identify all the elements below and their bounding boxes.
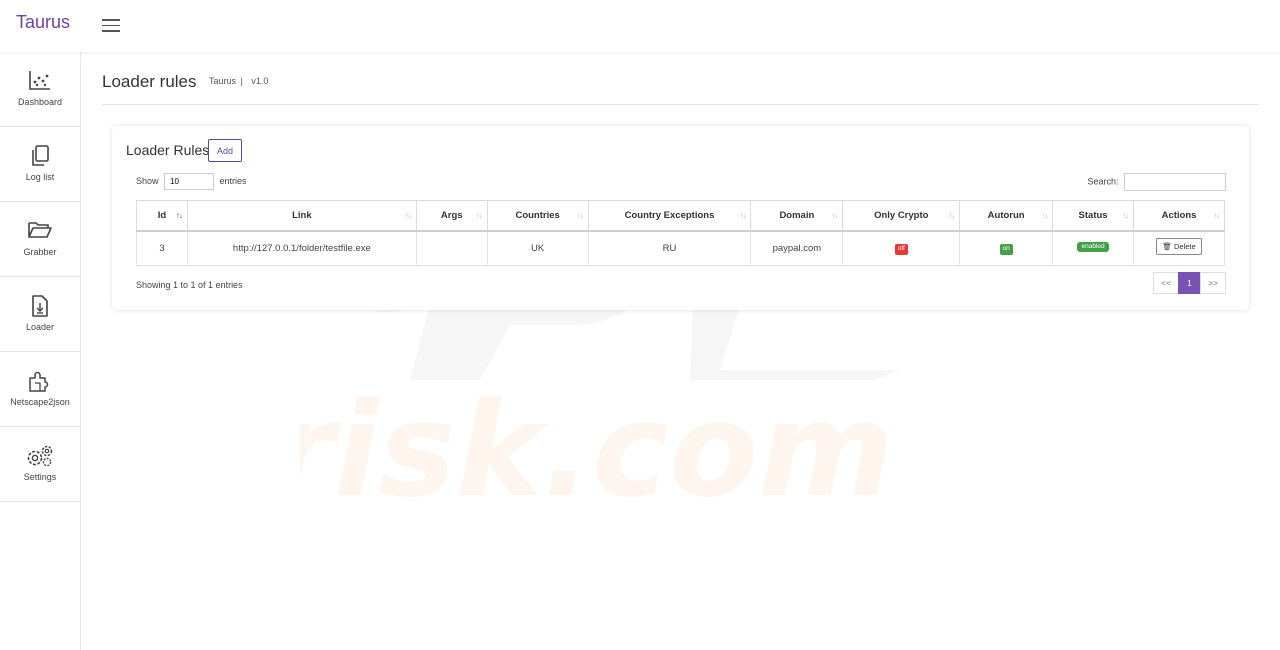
copy-icon	[0, 144, 80, 168]
sidebar-item-log-list[interactable]: Log list	[0, 127, 80, 202]
sidebar-item-loader[interactable]: Loader	[0, 277, 80, 352]
page-length-input[interactable]	[164, 173, 215, 190]
puzzle-icon	[0, 369, 80, 393]
sort-icon: ↑↓	[576, 211, 584, 220]
column-header-countries[interactable]: Countries ↑↓	[486, 200, 589, 232]
entries-label: entries	[219, 175, 247, 186]
sort-icon: ↑↓	[404, 211, 412, 220]
pagination: << 1 >>	[1153, 272, 1226, 294]
sidebar-item-label: Settings	[23, 472, 57, 482]
sort-icon: ↑↓	[1213, 211, 1220, 220]
cell-autorun: on	[959, 230, 1054, 266]
sidebar-item-label: Dashboard	[17, 97, 63, 107]
cell-status: enabled	[1052, 230, 1135, 266]
top-bar: Taurus	[0, 0, 1280, 52]
cell-id: 3	[136, 230, 188, 266]
sort-icon: ↑↓	[1041, 211, 1048, 220]
autorun-badge[interactable]: on	[999, 244, 1013, 255]
sidebar-item-label: Netscape2json	[10, 397, 70, 407]
folder-icon	[0, 219, 80, 243]
column-header-only-crypto[interactable]: Only Crypto ↑↓	[842, 200, 961, 232]
breadcrumb: Taurus | v1.0	[209, 76, 268, 86]
sidebar-item-dashboard[interactable]: Dashboard	[0, 52, 80, 127]
column-header-status[interactable]: Status ↑↓	[1052, 200, 1135, 232]
page-length-control: Show entries	[136, 173, 247, 190]
pagination-page-1[interactable]: 1	[1178, 272, 1201, 294]
cell-domain: paypal.com	[750, 230, 844, 266]
page-header: Loader rules Taurus | v1.0	[102, 52, 1259, 105]
loader-rules-card: Loader Rules Add Show entries Search: Id…	[112, 126, 1249, 310]
search-label: Search:	[1087, 176, 1119, 187]
sidebar-item-label: Log list	[25, 172, 55, 182]
breadcrumb-app[interactable]: Taurus	[209, 76, 236, 86]
pagination-prev[interactable]: <<	[1153, 272, 1179, 294]
breadcrumb-separator: |	[240, 76, 243, 86]
chart-icon	[0, 69, 80, 93]
sort-icon: ↑↓	[739, 211, 746, 220]
sidebar-item-label: Loader	[25, 322, 55, 332]
card-title: Loader Rules	[126, 142, 210, 158]
sort-icon: ↑↓	[1122, 211, 1129, 220]
page-title: Loader rules	[102, 72, 197, 91]
column-header-country-exceptions[interactable]: Country Exceptions ↑↓	[587, 200, 752, 232]
column-header-actions[interactable]: Actions ↑↓	[1133, 200, 1225, 232]
sidebar: Dashboard Log list Grabber Loader Netsca…	[0, 52, 81, 650]
cell-country-exceptions: RU	[587, 230, 752, 266]
column-header-args[interactable]: Args ↑↓	[415, 200, 488, 232]
search-input[interactable]	[1124, 173, 1226, 191]
svg-text:risk.com: risk.com	[300, 374, 894, 520]
sidebar-item-grabber[interactable]: Grabber	[0, 202, 80, 277]
cell-link: http://127.0.0.1/folder/testfile.exe	[186, 230, 417, 266]
version-label: v1.0	[251, 76, 269, 86]
sort-icon: ↑↓	[475, 211, 483, 220]
status-badge[interactable]: enabled	[1077, 241, 1109, 252]
sidebar-item-label: Grabber	[23, 247, 57, 257]
file-download-icon	[0, 294, 80, 318]
gears-icon	[0, 444, 80, 468]
column-header-autorun[interactable]: Autorun ↑↓	[959, 200, 1054, 232]
sidebar-item-netscape2json[interactable]: Netscape2json	[0, 352, 80, 427]
add-rule-button[interactable]: Add	[208, 139, 242, 162]
pagination-next[interactable]: >>	[1200, 272, 1226, 294]
only-crypto-badge[interactable]: off	[894, 244, 908, 255]
menu-toggle-icon[interactable]	[102, 19, 120, 33]
cell-actions: 🗑 Delete	[1133, 230, 1225, 266]
sort-icon: ↑↓	[175, 211, 183, 220]
column-header-id[interactable]: Id ↑↓	[136, 200, 188, 232]
sidebar-item-settings[interactable]: Settings	[0, 427, 80, 502]
sort-icon: ↑↓	[948, 211, 955, 220]
main-content: Loader rules Taurus | v1.0 Loader Rules …	[102, 52, 1259, 310]
show-label: Show	[136, 175, 159, 186]
table-info: Showing 1 to 1 of 1 entries	[136, 280, 243, 290]
cell-only-crypto: off	[842, 230, 961, 266]
search-control: Search:	[1087, 173, 1226, 191]
cell-countries: UK	[486, 230, 589, 266]
trash-icon: 🗑	[1162, 241, 1172, 251]
cell-args	[415, 230, 488, 266]
sort-icon: ↑↓	[831, 211, 838, 220]
loader-rules-table: Id ↑↓ Link ↑↓ Args ↑↓ Countries ↑↓ Country E…	[136, 200, 1225, 266]
brand-logo[interactable]: Taurus	[16, 12, 70, 33]
column-header-domain[interactable]: Domain ↑↓	[750, 200, 844, 232]
column-header-link[interactable]: Link ↑↓	[186, 200, 417, 232]
table-row: 3 http://127.0.0.1/folder/testfile.exe U…	[136, 230, 1225, 266]
delete-button[interactable]: 🗑 Delete	[1156, 237, 1202, 255]
table-header-row: Id ↑↓ Link ↑↓ Args ↑↓ Countries ↑↓ Country E…	[136, 200, 1225, 232]
